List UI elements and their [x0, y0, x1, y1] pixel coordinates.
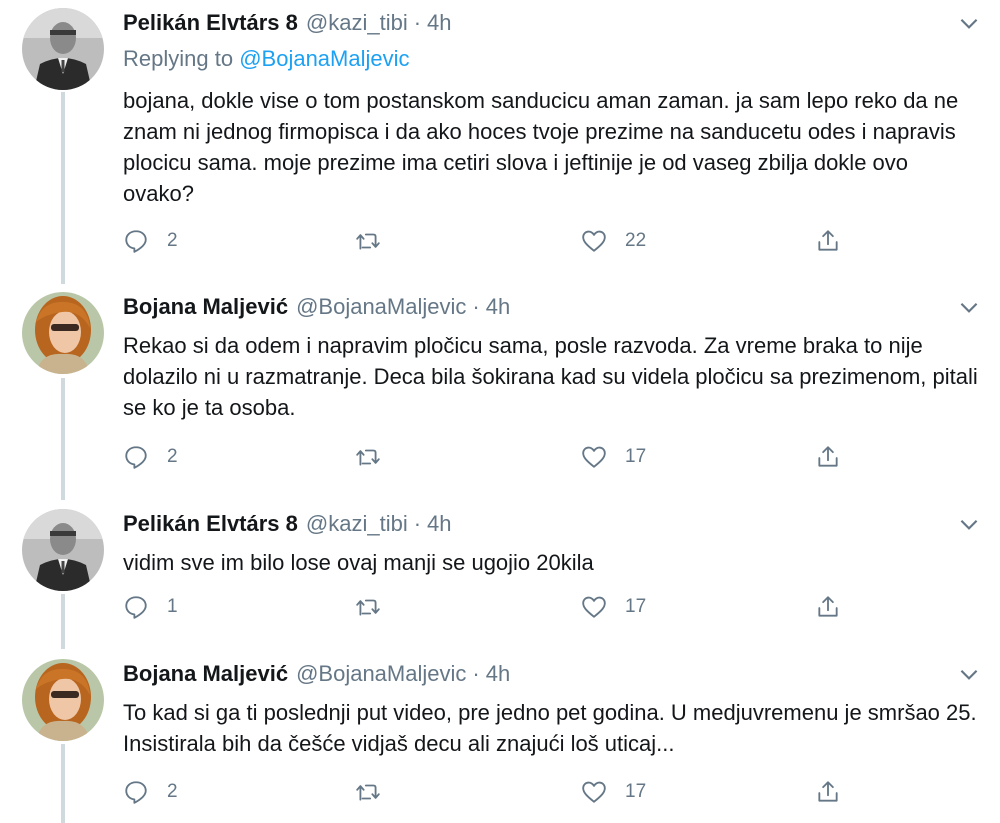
like-count: 17 — [625, 781, 647, 802]
share-icon — [818, 781, 838, 802]
tweet-text: bojana, dokle vise o tom postanskom sand… — [123, 88, 959, 206]
retweet-button[interactable] — [355, 779, 381, 805]
reply-icon — [125, 446, 147, 469]
replying-to: Replying to @BojanaMaljevic — [123, 46, 410, 72]
separator-dot: · — [472, 294, 480, 319]
author-handle[interactable]: @BojanaMaljevic — [296, 294, 466, 320]
like-count: 17 — [625, 446, 647, 467]
chevron-down-icon[interactable] — [956, 10, 982, 36]
retweet-icon — [356, 233, 380, 250]
chevron-down-icon[interactable] — [956, 661, 982, 687]
like-button[interactable]: 17 — [581, 594, 646, 620]
retweet-button[interactable] — [355, 444, 381, 470]
like-icon — [582, 446, 606, 468]
reply-button[interactable]: 2 — [123, 228, 178, 254]
share-button[interactable] — [815, 444, 841, 470]
like-button[interactable]: 17 — [581, 444, 646, 470]
retweet-icon — [356, 784, 380, 801]
retweet-button[interactable] — [355, 594, 381, 620]
replying-prefix: Replying to — [123, 46, 234, 71]
tweet-actions: 2 17 — [123, 444, 863, 474]
tweet[interactable]: Pelikán Elvtárs 8 @kazi_tibi · 4h vidim … — [0, 509, 1000, 629]
retweet-icon — [356, 449, 380, 466]
author-handle[interactable]: @kazi_tibi — [306, 10, 408, 36]
author-name[interactable]: Pelikán Elvtárs 8 — [123, 511, 298, 537]
replying-to-mention[interactable]: @BojanaMaljevic — [239, 46, 409, 71]
tweet-text: To kad si ga ti poslednji put video, pre… — [123, 700, 977, 756]
share-icon — [818, 446, 838, 467]
tweet[interactable]: Pelikán Elvtárs 8 @kazi_tibi · 4h Replyi… — [0, 8, 1000, 268]
like-count: 17 — [625, 596, 647, 617]
avatar[interactable] — [22, 8, 104, 90]
separator-dot: · — [413, 10, 422, 35]
avatar-image-man — [22, 509, 104, 591]
reply-count: 2 — [167, 781, 178, 802]
avatar-image-woman — [22, 659, 104, 741]
tweet[interactable]: Bojana Maljević @BojanaMaljevic · 4h Rek… — [0, 292, 1000, 482]
separator-dot: · — [472, 661, 480, 686]
like-count: 22 — [625, 230, 647, 251]
timestamp[interactable]: 4h — [427, 10, 451, 36]
avatar[interactable] — [22, 509, 104, 591]
retweet-button[interactable] — [355, 228, 381, 254]
chevron-down-icon[interactable] — [956, 294, 982, 320]
timestamp[interactable]: 4h — [486, 294, 510, 320]
reply-count: 2 — [167, 230, 178, 251]
tweet[interactable]: Bojana Maljević @BojanaMaljevic · 4h To … — [0, 659, 1000, 819]
retweet-icon — [356, 599, 380, 616]
tweet-header: Pelikán Elvtárs 8 @kazi_tibi · 4h — [123, 509, 452, 539]
author-name[interactable]: Bojana Maljević — [123, 294, 288, 320]
avatar[interactable] — [22, 659, 104, 741]
avatar-image-man — [22, 8, 104, 90]
like-icon — [582, 230, 606, 252]
share-button[interactable] — [815, 594, 841, 620]
reply-icon — [125, 230, 147, 253]
tweet-header: Pelikán Elvtárs 8 @kazi_tibi · 4h — [123, 8, 452, 38]
tweet-text: vidim sve im bilo lose ovaj manji se ugo… — [123, 550, 594, 575]
avatar[interactable] — [22, 292, 104, 374]
share-button[interactable] — [815, 228, 841, 254]
conversation-thread: Pelikán Elvtárs 8 @kazi_tibi · 4h Replyi… — [0, 0, 1000, 823]
tweet-text: Rekao si da odem i napravim pločicu sama… — [123, 333, 978, 420]
like-button[interactable]: 17 — [581, 779, 646, 805]
reply-count: 1 — [167, 596, 178, 617]
reply-icon — [125, 781, 147, 804]
like-icon — [582, 596, 606, 618]
share-icon — [818, 230, 838, 251]
share-button[interactable] — [815, 779, 841, 805]
avatar-image-woman — [22, 292, 104, 374]
tweet-actions: 1 17 — [123, 594, 863, 624]
author-handle[interactable]: @BojanaMaljevic — [296, 661, 466, 687]
tweet-actions: 2 22 — [123, 228, 863, 258]
reply-button[interactable]: 1 — [123, 594, 178, 620]
like-icon — [582, 781, 606, 803]
tweet-header: Bojana Maljević @BojanaMaljevic · 4h — [123, 292, 510, 322]
author-handle[interactable]: @kazi_tibi — [306, 511, 408, 537]
share-icon — [818, 596, 838, 617]
timestamp[interactable]: 4h — [427, 511, 451, 537]
tweet-header: Bojana Maljević @BojanaMaljevic · 4h — [123, 659, 510, 689]
author-name[interactable]: Bojana Maljević — [123, 661, 288, 687]
reply-button[interactable]: 2 — [123, 444, 178, 470]
reply-count: 2 — [167, 446, 178, 467]
separator-dot: · — [413, 511, 422, 536]
reply-icon — [125, 596, 147, 619]
timestamp[interactable]: 4h — [486, 661, 510, 687]
author-name[interactable]: Pelikán Elvtárs 8 — [123, 10, 298, 36]
reply-button[interactable]: 2 — [123, 779, 178, 805]
like-button[interactable]: 22 — [581, 228, 646, 254]
tweet-actions: 2 17 — [123, 779, 863, 809]
chevron-down-icon[interactable] — [956, 511, 982, 537]
